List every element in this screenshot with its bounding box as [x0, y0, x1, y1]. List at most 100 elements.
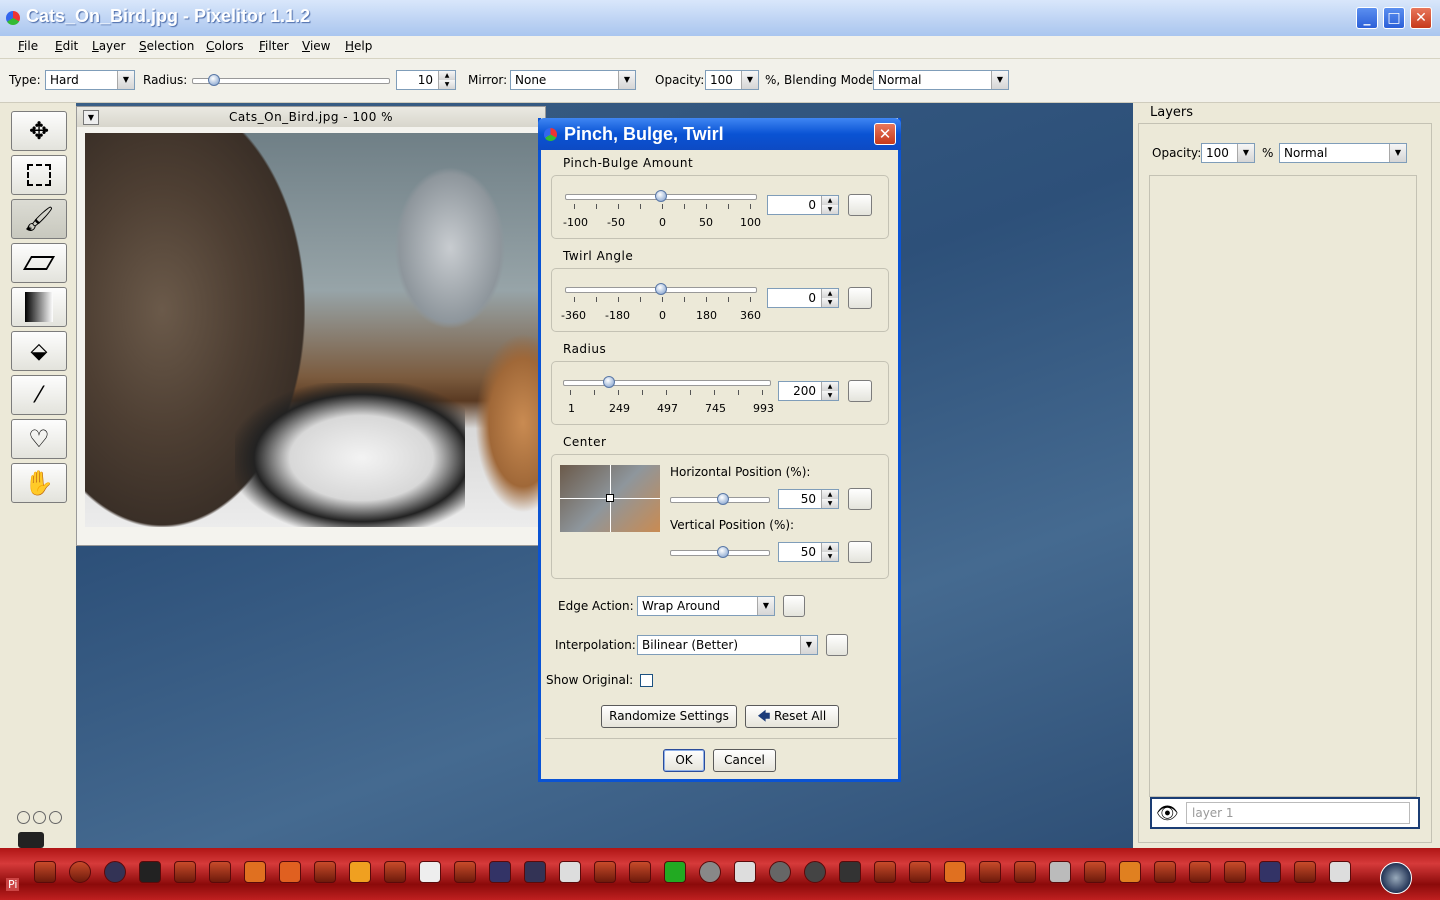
opacity-select[interactable]: 100 ▼ [705, 70, 759, 90]
layer-row[interactable]: 👁 layer 1 [1150, 797, 1420, 829]
center-preview-image[interactable] [560, 465, 660, 532]
menu-layer[interactable]: Layer [92, 39, 125, 53]
taskbar-app-icon[interactable] [1259, 861, 1281, 883]
mirror-select[interactable]: None ▼ [510, 70, 636, 90]
spinner-down-icon[interactable]: ▼ [821, 205, 838, 214]
menu-view[interactable]: View [302, 39, 330, 53]
type-select[interactable]: Hard ▼ [45, 70, 135, 90]
eye-visibility-icon[interactable]: 👁 [1156, 803, 1179, 824]
gradient-tool-button[interactable] [11, 287, 67, 327]
taskbar-app-icon[interactable] [279, 861, 301, 883]
radius-reset-button[interactable] [848, 380, 872, 402]
maximize-button[interactable]: □ [1383, 7, 1405, 29]
image-window[interactable]: Cats_On_Bird.jpg - 100 % ▼ [76, 106, 546, 546]
taskbar-app-icon[interactable] [839, 861, 861, 883]
taskbar-app-icon[interactable] [909, 861, 931, 883]
taskbar-app-icon[interactable] [1224, 861, 1246, 883]
image-window-menu-icon[interactable]: ▼ [83, 110, 99, 125]
blending-mode-select[interactable]: Normal ▼ [873, 70, 1009, 90]
menu-filter[interactable]: Filter [259, 39, 289, 53]
spinner-down-icon[interactable]: ▼ [821, 391, 838, 400]
taskbar-app-icon[interactable] [1329, 861, 1351, 883]
menu-edit[interactable]: Edit [55, 39, 78, 53]
edge-action-reset-button[interactable] [783, 595, 805, 617]
taskbar-app-icon[interactable] [139, 861, 161, 883]
taskbar-app-icon[interactable] [594, 861, 616, 883]
taskbar-app-icon[interactable] [524, 861, 546, 883]
radius-dialog-slider-knob[interactable] [603, 376, 615, 388]
color-picker-tool-button[interactable]: ⁄ [11, 375, 67, 415]
cancel-button[interactable]: Cancel [713, 749, 776, 772]
dialog-close-button[interactable]: ✕ [874, 123, 896, 145]
color-dot-2[interactable] [33, 811, 46, 824]
taskbar-app-icon[interactable] [1154, 861, 1176, 883]
paint-bucket-tool-button[interactable]: ⬙ [11, 331, 67, 371]
horizontal-position-spinner[interactable]: 50 ▲ ▼ [778, 489, 839, 509]
spinner-down-icon[interactable]: ▼ [821, 552, 838, 561]
taskbar-app-icon[interactable] [1294, 861, 1316, 883]
selection-tool-button[interactable] [11, 155, 67, 195]
taskbar-app-icon[interactable] [174, 861, 196, 883]
taskbar-app-icon[interactable] [979, 861, 1001, 883]
menu-file[interactable]: File [18, 39, 38, 53]
taskbar-app-icon[interactable] [209, 861, 231, 883]
taskbar-app-icon[interactable] [629, 861, 651, 883]
close-button[interactable]: ✕ [1410, 7, 1432, 29]
color-dot-1[interactable] [17, 811, 30, 824]
radius-slider-track[interactable] [192, 78, 390, 84]
pinch-bulge-slider-knob[interactable] [655, 190, 667, 202]
clock-icon[interactable] [1380, 862, 1412, 894]
layers-blend-select[interactable]: Normal ▼ [1279, 143, 1407, 163]
layer-name-field[interactable]: layer 1 [1186, 802, 1410, 824]
taskbar-app-icon[interactable] [804, 861, 826, 883]
radius-spinner[interactable]: 10 ▲ ▼ [396, 70, 456, 90]
interpolation-reset-button[interactable] [826, 634, 848, 656]
spinner-down-icon[interactable]: ▼ [821, 298, 838, 307]
taskbar-app-icon[interactable] [874, 861, 896, 883]
horizontal-position-reset-button[interactable] [848, 488, 872, 510]
eraser-tool-button[interactable] [11, 243, 67, 283]
hand-tool-button[interactable]: ✋ [11, 463, 67, 503]
twirl-angle-slider-knob[interactable] [655, 283, 667, 295]
pinch-bulge-spinner[interactable]: 0 ▲ ▼ [767, 195, 839, 215]
spinner-down-icon[interactable]: ▼ [821, 499, 838, 508]
taskbar-app-icon[interactable] [384, 861, 406, 883]
brush-tool-button[interactable]: 🖌 [11, 199, 67, 239]
color-dot-3[interactable] [49, 811, 62, 824]
menu-colors[interactable]: Colors [206, 39, 244, 53]
taskbar-app-icon[interactable] [454, 861, 476, 883]
taskbar-app-icon[interactable] [104, 861, 126, 883]
taskbar-app-icon[interactable] [244, 861, 266, 883]
move-tool-button[interactable]: ✥ [11, 111, 67, 151]
start-text[interactable]: Pi [6, 878, 20, 891]
taskbar-app-icon[interactable] [769, 861, 791, 883]
vertical-position-slider-knob[interactable] [717, 546, 729, 558]
taskbar-app-icon[interactable] [734, 861, 756, 883]
foreground-color-swatch[interactable] [18, 832, 44, 848]
taskbar-app-icon[interactable] [664, 861, 686, 883]
show-original-checkbox[interactable] [640, 674, 653, 687]
horizontal-position-slider-knob[interactable] [717, 493, 729, 505]
radius-dialog-spinner[interactable]: 200 ▲ ▼ [778, 381, 839, 401]
interpolation-select[interactable]: Bilinear (Better) ▼ [637, 635, 818, 655]
taskbar-app-icon[interactable] [1084, 861, 1106, 883]
randomize-settings-button[interactable]: Randomize Settings [601, 705, 737, 728]
taskbar-app-icon[interactable] [69, 861, 91, 883]
vertical-position-spinner[interactable]: 50 ▲ ▼ [778, 542, 839, 562]
taskbar-app-icon[interactable] [944, 861, 966, 883]
taskbar-app-icon[interactable] [699, 861, 721, 883]
radius-dialog-slider-track[interactable] [563, 380, 771, 386]
taskbar-app-icon[interactable] [559, 861, 581, 883]
taskbar-app-icon[interactable] [34, 861, 56, 883]
reset-all-button[interactable]: 🡄 Reset All [745, 705, 839, 728]
menu-selection[interactable]: Selection [139, 39, 194, 53]
minimize-button[interactable]: _ [1356, 7, 1378, 29]
radius-slider-knob[interactable] [208, 74, 220, 86]
taskbar-app-icon[interactable] [1049, 861, 1071, 883]
center-handle[interactable] [606, 494, 614, 502]
ok-button[interactable]: OK [663, 749, 705, 772]
taskbar-app-icon[interactable] [419, 861, 441, 883]
taskbar-app-icon[interactable] [489, 861, 511, 883]
twirl-angle-reset-button[interactable] [848, 287, 872, 309]
taskbar-app-icon[interactable] [1119, 861, 1141, 883]
